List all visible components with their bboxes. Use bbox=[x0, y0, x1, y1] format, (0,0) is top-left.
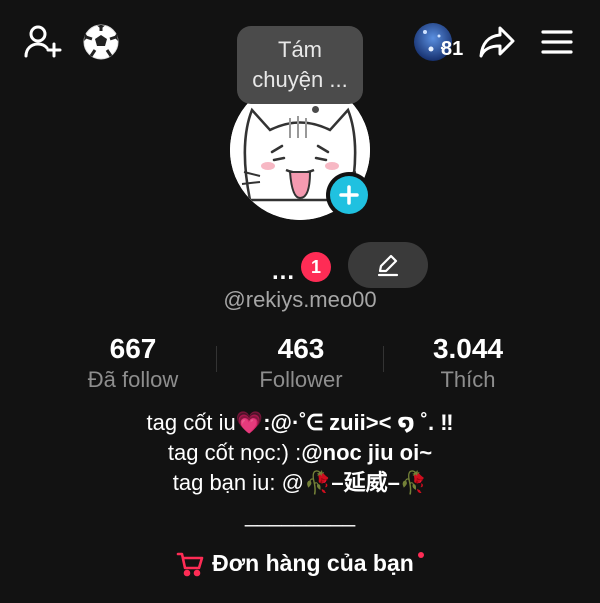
add-avatar-button[interactable] bbox=[326, 172, 372, 218]
heart-emoji: 💗 bbox=[235, 410, 264, 435]
bio-line-1: tag cốt iu💗:@·˚ᕮ zuii>< ໑ ˚. ‼ bbox=[0, 408, 600, 438]
stat-likes-value: 3.044 bbox=[432, 333, 504, 364]
menu-button[interactable] bbox=[536, 24, 578, 60]
pencil-icon bbox=[377, 254, 399, 277]
soccer-ball-icon bbox=[83, 24, 119, 60]
notification-badge[interactable]: 1 bbox=[301, 252, 331, 282]
wilted-rose-emoji: 🥀 bbox=[399, 470, 428, 495]
bio-line-1-prefix: tag cốt iu bbox=[146, 410, 236, 435]
soccer-ball-button[interactable] bbox=[80, 22, 122, 62]
bio-line-2: tag cốt nọc:) :@noc jiu oi~ bbox=[0, 438, 600, 468]
note-bubble-line2: chuyện ... bbox=[252, 67, 348, 92]
plus-icon bbox=[339, 185, 359, 205]
wilted-rose-emoji: 🥀 bbox=[303, 470, 332, 495]
bio-line-4: _________ bbox=[244, 502, 356, 527]
add-friend-icon bbox=[24, 25, 62, 58]
bubble-tail-dot bbox=[312, 106, 319, 113]
add-friend-button[interactable] bbox=[20, 22, 64, 62]
orders-label: Đơn hàng của bạn bbox=[212, 550, 414, 576]
share-button[interactable] bbox=[476, 22, 518, 62]
orders-link[interactable]: Đơn hàng của bạn bbox=[0, 550, 600, 577]
stat-likes-label: Thích bbox=[440, 367, 496, 392]
story-count: 81 bbox=[441, 38, 464, 60]
menu-icon bbox=[541, 30, 573, 54]
bio-line-2-mention[interactable]: @noc jiu oi~ bbox=[301, 440, 432, 465]
profile-handle: @rekiys.meo00 bbox=[223, 287, 377, 312]
note-bubble-line1: Tám bbox=[278, 37, 322, 62]
bio-line-3-mid: –延威– bbox=[331, 470, 400, 495]
shopping-cart-icon bbox=[176, 552, 204, 576]
share-icon bbox=[479, 26, 515, 58]
bio-line-3-prefix: tag bạn iu: @ bbox=[172, 470, 304, 495]
bio-line-3: tag bạn iu: @🥀–延威–🥀 bbox=[0, 468, 600, 498]
story-avatar[interactable]: 81 bbox=[413, 22, 469, 62]
note-bubble[interactable]: Tám chuyện ... bbox=[237, 26, 363, 104]
edit-profile-button[interactable] bbox=[348, 242, 428, 288]
bio-line-1-suffix: :@·˚ᕮ zuii>< ໑ ˚. ‼ bbox=[263, 410, 454, 435]
orders-notification-dot bbox=[417, 551, 424, 558]
stat-likes[interactable]: 3.044 Thích bbox=[368, 334, 568, 395]
profile-name: ... bbox=[272, 258, 296, 285]
bio-line-2-prefix: tag cốt nọc:) : bbox=[167, 440, 302, 465]
